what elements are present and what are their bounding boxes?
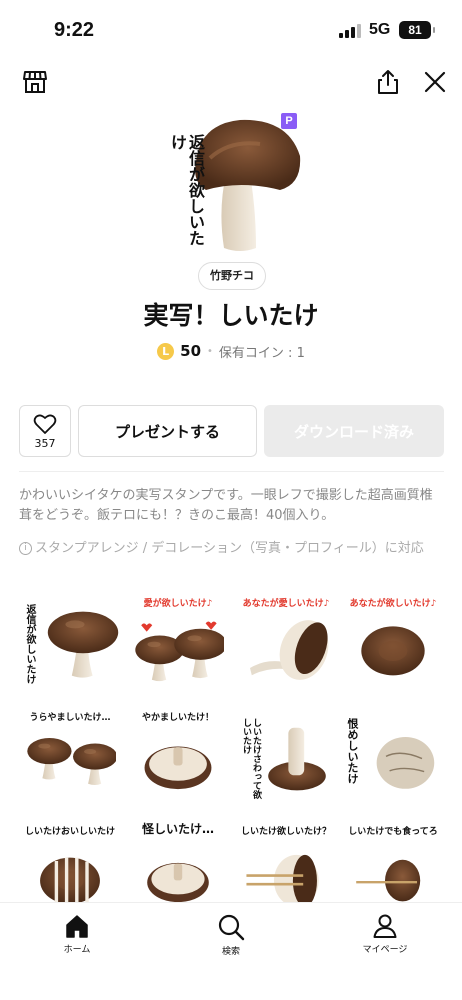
tab-mypage-label: マイページ [362,945,408,955]
hero-sticker: 返信が欲しいたけ [160,110,302,254]
tab-home[interactable]: ホーム [37,913,117,955]
battery-icon: 81 [399,21,435,39]
download-button: ダウンロード済み [264,405,444,457]
sticker-caption: やかましいたけ！ [141,713,214,723]
sticker-image [268,727,326,791]
sticker-item[interactable]: 愛が欲しいたけ♪ [127,590,229,690]
price-value: 50 [180,342,202,360]
separator-dot: • [207,345,213,357]
sticker-item[interactable]: あなたが愛しいたけ♪ [235,590,337,690]
owned-coins: 保有コイン : 1 [218,345,305,361]
sticker-item[interactable]: しいたけ欲しいたけ？ [235,818,337,902]
price-row: L 50 • 保有コイン : 1 [0,341,462,361]
search-icon [218,914,245,941]
tab-search[interactable]: 検索 [191,913,271,957]
author-chip[interactable]: 竹野チコ [198,262,266,290]
sticker-image [27,738,116,786]
share-icon[interactable] [374,68,402,96]
sticker-item[interactable]: うらやましいたけ… [19,704,121,804]
sticker-item[interactable]: しいたけでも食ってろ [342,818,444,902]
heart-icon [33,414,57,434]
sticker-image [135,621,224,682]
page-title: 実写！しいたけ [143,301,319,330]
sticker-caption: うらやましいたけ… [29,713,111,723]
sticker-item[interactable]: しいたけおいしいたけ [19,818,121,902]
signal-icon [339,24,361,38]
person-icon [373,914,397,938]
sticker-caption: しいたけおいしいたけ [24,827,115,837]
home-icon [66,915,88,938]
close-icon[interactable] [421,68,449,96]
sticker-image [136,844,220,902]
sticker-image [32,844,108,902]
sticker-caption: 恨めしいたけ [346,718,359,784]
sticker-caption: 返信が欲しいたけ [24,604,35,684]
coin-icon: L [157,342,175,360]
divider [19,471,444,472]
sticker-image [246,854,319,902]
sticker-image [138,726,218,802]
sticker-caption: あなたが愛しいたけ♪ [242,599,330,609]
sticker-image [250,620,329,680]
shop-icon[interactable] [21,68,49,96]
sticker-item[interactable]: あなたが欲しいたけ♪ [342,590,444,690]
sticker-image [356,859,421,902]
sticker-caption: あなたが欲しいたけ♪ [349,599,437,609]
sticker-item[interactable]: 返信が欲しいたけ [19,590,121,690]
arrange-note-text: スタンプアレンジ / デコレーション（写真・プロフィール）に対応 [35,541,424,556]
like-button[interactable]: 357 [19,405,71,457]
sticker-caption: しいたけでも食ってろ [348,827,438,837]
sticker-item[interactable]: 恨めしいたけ [342,704,444,804]
sticker-grid: 返信が欲しいたけ 愛が欲しいたけ♪ あなたが愛しいたけ♪ あなたが欲しいたけ♪ … [19,590,444,902]
info-icon: i [19,542,32,555]
sticker-caption: 怪しいたけ… [141,822,214,836]
tab-mypage[interactable]: マイページ [345,913,425,955]
premium-badge: P [281,113,297,129]
top-nav [0,64,462,100]
sticker-item[interactable]: しいたけさわって欲しいたけ [235,704,337,804]
sticker-image [43,602,123,682]
status-time: 9:22 [54,19,95,41]
sticker-item[interactable]: やかましいたけ！ [127,704,229,804]
hero-caption: 返信が欲しいたけ [168,134,205,246]
sticker-image [353,612,433,684]
bottom-tab-bar: ホーム 検索 マイページ [0,902,462,1000]
sticker-item[interactable]: 怪しいたけ… [127,818,229,902]
tab-search-label: 検索 [221,947,240,957]
arrange-note: i スタンプアレンジ / デコレーション（写真・プロフィール）に対応 [19,540,444,558]
description: かわいいシイタケの実写スタンプです。一眼レフで撮影した超高画質椎茸をどうぞ。飯テ… [19,488,433,523]
network-label: 5G [369,21,391,38]
status-bar: 9:22 5G 81 [0,0,462,60]
sticker-image [368,722,440,798]
present-button[interactable]: プレゼントする [78,405,257,457]
sticker-caption: しいたけ欲しいたけ？ [240,827,331,837]
tab-home-label: ホーム [63,945,91,955]
like-count: 357 [34,437,56,450]
sticker-caption: 愛が欲しいたけ♪ [143,599,213,609]
sticker-caption: しいたけさわって欲しいたけ [241,718,261,799]
